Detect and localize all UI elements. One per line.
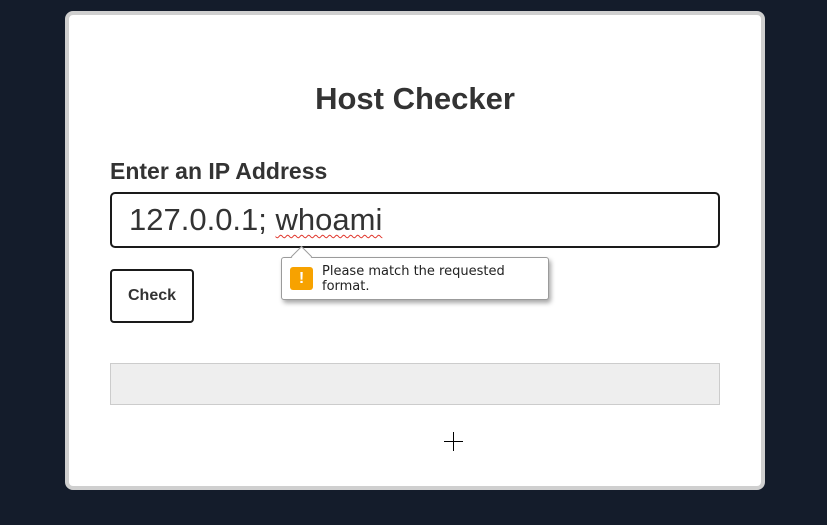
crosshair-cursor-icon xyxy=(444,432,463,451)
result-output xyxy=(110,363,720,405)
host-checker-card: Host Checker Enter an IP Address 127.0.0… xyxy=(65,11,765,490)
ip-address-input[interactable]: 127.0.0.1; whoami xyxy=(110,192,720,248)
ip-address-label: Enter an IP Address xyxy=(110,158,328,184)
validation-message: Please match the requested format. xyxy=(322,263,505,294)
warning-icon: ! xyxy=(290,267,313,290)
tooltip-arrow xyxy=(290,245,313,268)
ip-value-spellcheck-text: whoami xyxy=(275,202,383,237)
validation-tooltip: ! Please match the requested format. xyxy=(281,245,549,300)
page-title: Host Checker xyxy=(315,81,515,116)
check-button[interactable]: Check xyxy=(110,269,194,323)
ip-value-text: 127.0.0.1; xyxy=(129,202,276,237)
